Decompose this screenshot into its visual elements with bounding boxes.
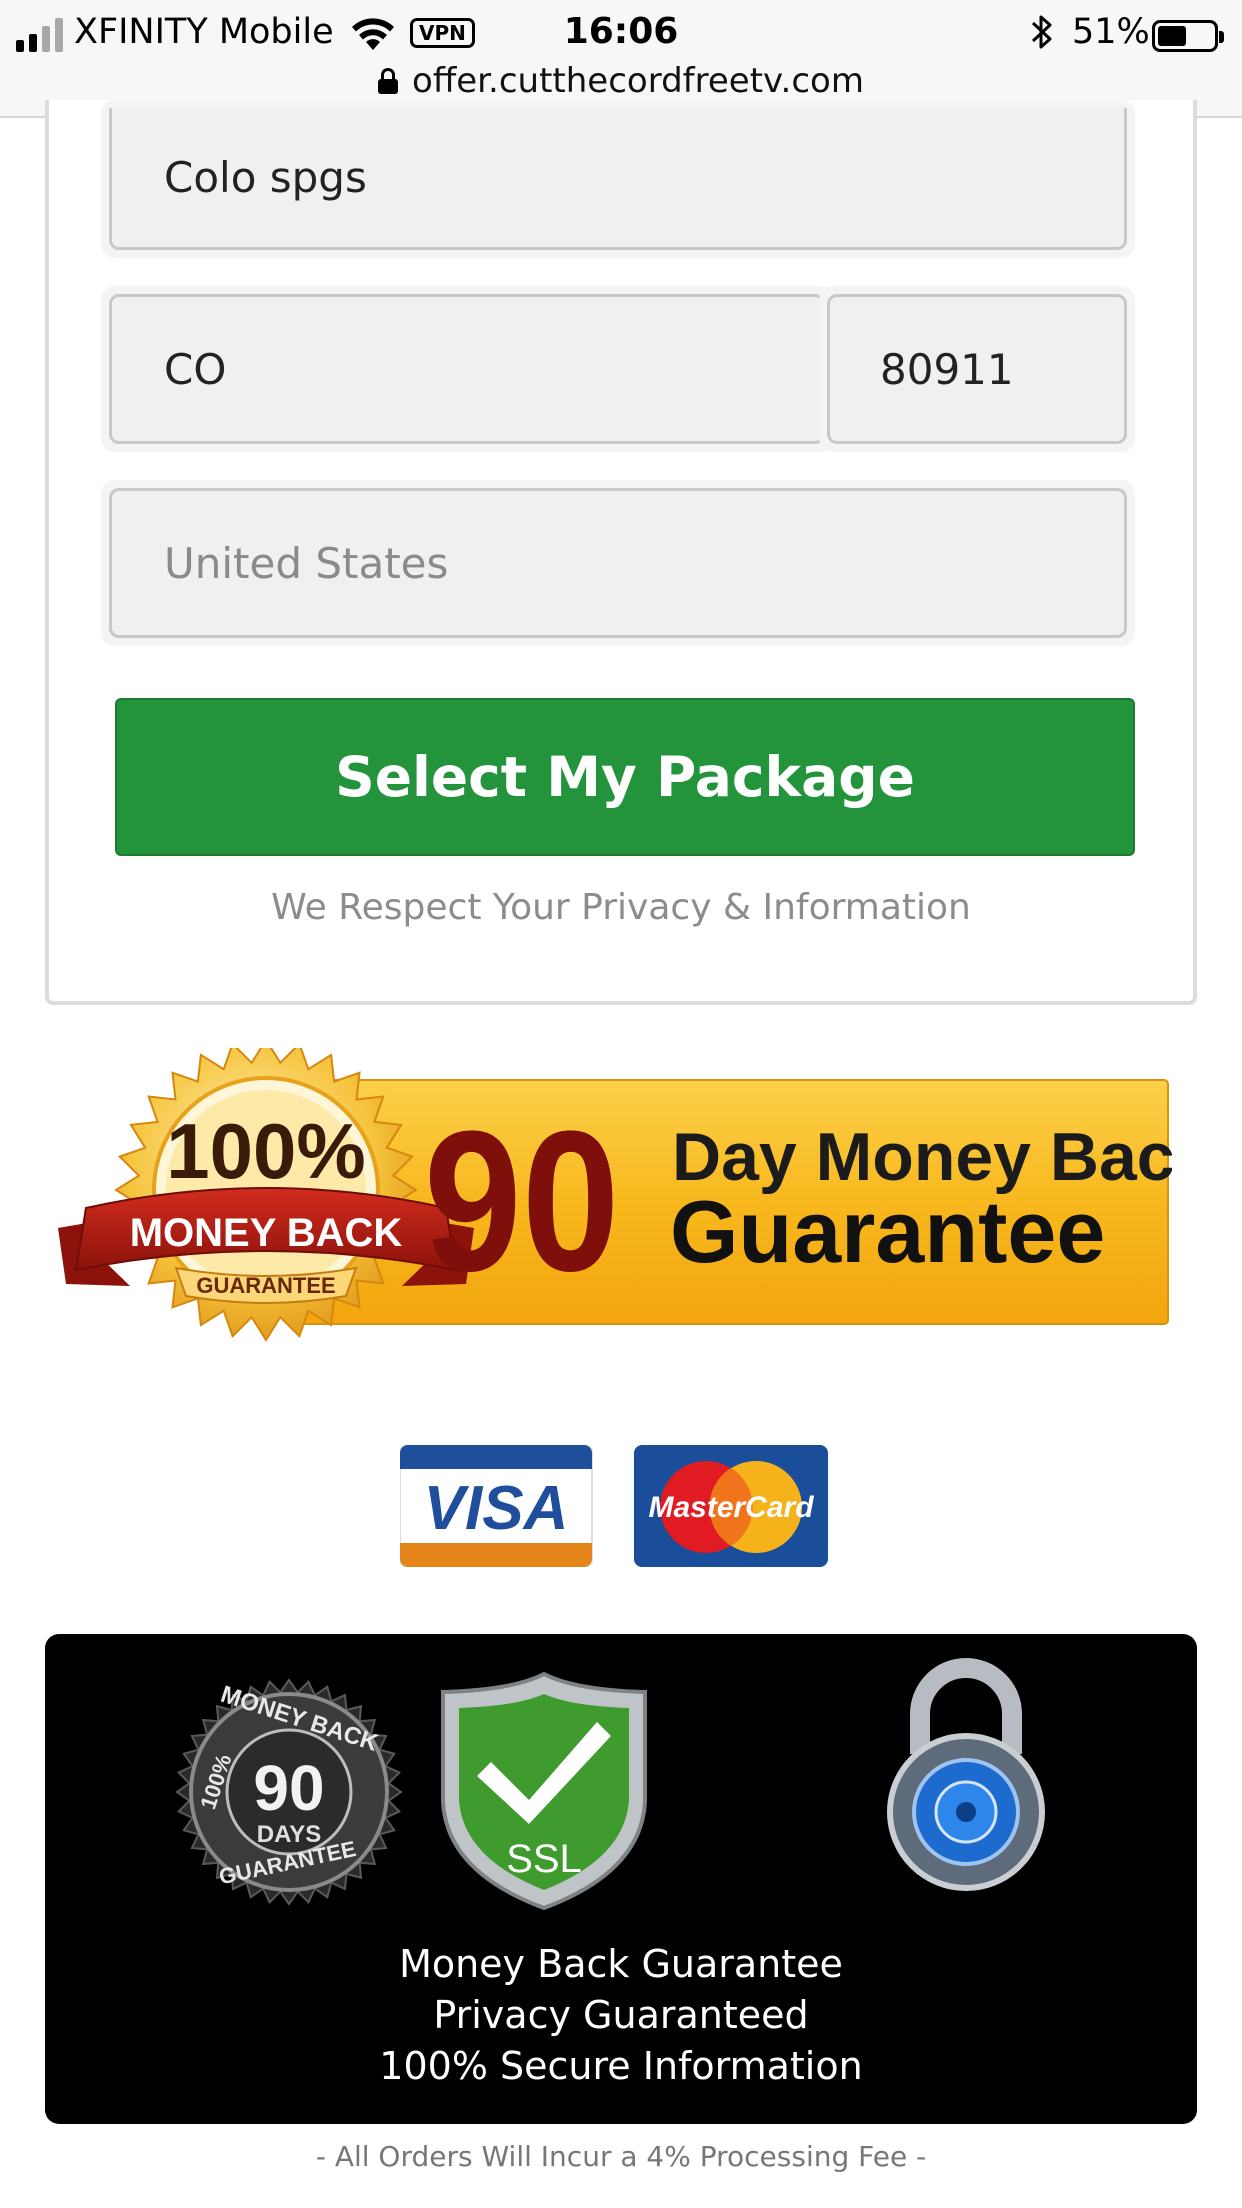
ssl-label: SSL <box>506 1837 582 1881</box>
battery-icon <box>1152 20 1224 52</box>
zip-field-wrapper <box>819 286 1135 452</box>
money-back-guarantee-banner: 100% MONEY BACK GUARANTEE 90 Day Money B… <box>58 1048 1172 1342</box>
seal-guarantee-text: GUARANTEE <box>196 1273 335 1298</box>
ssl-shield-icon: SSL <box>441 1671 647 1911</box>
country-field-wrapper <box>101 480 1135 646</box>
payment-cards: VISA MasterCard <box>400 1445 828 1567</box>
city-field-wrapper <box>101 100 1135 258</box>
seal-percent: 100% <box>166 1107 366 1195</box>
lock-icon <box>378 68 399 94</box>
banner-line-2: Guarantee <box>670 1182 1105 1281</box>
trust-lines: Money Back Guarantee Privacy Guaranteed … <box>45 1939 1197 2092</box>
badge-days-number: 90 <box>253 1752 324 1824</box>
url-text: offer.cutthecordfreetv.com <box>412 61 864 101</box>
select-package-button[interactable]: Select My Package <box>115 698 1135 856</box>
days-number: 90 <box>424 1088 620 1312</box>
city-input[interactable] <box>109 108 1127 250</box>
privacy-note: We Respect Your Privacy & Information <box>271 887 971 928</box>
visa-text: VISA <box>424 1474 569 1543</box>
mastercard-logo: MasterCard <box>634 1445 828 1567</box>
seal-ribbon-text: MONEY BACK <box>130 1211 403 1255</box>
zip-input[interactable] <box>827 294 1127 444</box>
padlock-icon <box>887 1658 1045 1891</box>
ninety-days-badge-icon: 90 DAYS MONEY BACK 100% GUARANTEE <box>175 1678 403 1906</box>
trust-line-secure: 100% Secure Information <box>379 2044 863 2088</box>
trust-line-money-back: Money Back Guarantee <box>399 1942 843 1986</box>
address-bar[interactable]: offer.cutthecordfreetv.com <box>0 58 1242 104</box>
visa-logo: VISA <box>400 1445 593 1567</box>
bluetooth-icon <box>1031 15 1052 49</box>
processing-fee-note: - All Orders Will Incur a 4% Processing … <box>315 2140 927 2173</box>
state-input[interactable] <box>109 294 825 444</box>
country-input[interactable] <box>109 488 1127 638</box>
state-field-wrapper <box>101 286 833 452</box>
trust-badges-panel: 90 DAYS MONEY BACK 100% GUARANTEE SSL Mo… <box>45 1634 1197 2124</box>
order-form-card: Select My Package We Respect Your Privac… <box>45 100 1197 1005</box>
trust-line-privacy: Privacy Guaranteed <box>433 1993 809 2037</box>
mastercard-text: MasterCard <box>648 1491 814 1524</box>
battery-percent: 51% <box>1072 12 1150 52</box>
